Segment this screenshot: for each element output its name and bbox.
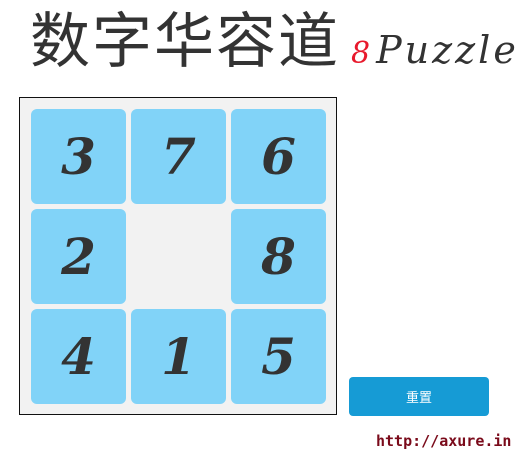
puzzle-tile-8[interactable]: 8	[231, 209, 326, 304]
subtitle-number: 8	[351, 36, 371, 71]
puzzle-tile-5[interactable]: 5	[231, 309, 326, 404]
puzzle-tile-2[interactable]: 2	[31, 209, 126, 304]
puzzle-board: 376 2 8 415	[19, 97, 337, 415]
puzzle-tile-3[interactable]: 3	[31, 109, 126, 204]
subtitle-word: Puzzle	[376, 28, 519, 72]
page-title: 数字华容道	[30, 7, 340, 77]
site-link[interactable]: http://axure.in	[376, 432, 511, 450]
reset-button[interactable]: 重置	[349, 377, 489, 416]
puzzle-tile-1[interactable]: 1	[131, 309, 226, 404]
puzzle-tile-7[interactable]: 7	[131, 109, 226, 204]
puzzle-tile-4[interactable]: 4	[31, 309, 126, 404]
subtitle-logo: 8 Puzzle	[351, 26, 519, 74]
puzzle-tile-6[interactable]: 6	[231, 109, 326, 204]
empty-slot	[131, 209, 226, 304]
